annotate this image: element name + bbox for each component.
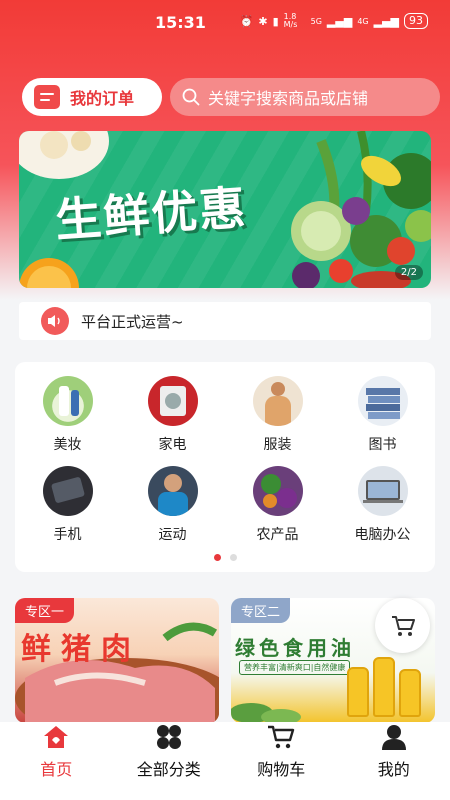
tab-cart[interactable]: 购物车	[225, 722, 338, 800]
battery-indicator: 93	[404, 13, 428, 29]
category-books[interactable]: 图书	[330, 376, 435, 454]
zone-one-tag: 专区一	[15, 598, 75, 623]
tab-label: 全部分类	[136, 760, 201, 779]
category-label: 图书	[368, 437, 397, 453]
zone-two-title: 绿色食用油	[235, 636, 355, 660]
tab-profile[interactable]: 我的	[338, 722, 450, 800]
books-image	[357, 376, 408, 426]
status-bar: 15:31 ⏰ ✱ ▮ 1.8 M/s 5G ▂▄▆ 4G ▂▄▆ 93	[0, 0, 450, 44]
zone-two-subtitle: 营养丰富|清新爽口|自然健康	[239, 660, 351, 675]
my-orders-label: 我的订单	[70, 89, 135, 108]
my-orders-button[interactable]: 我的订单	[22, 78, 162, 116]
category-sports[interactable]: 运动	[120, 466, 225, 544]
oil-bottles-image	[347, 657, 421, 717]
network-type-2: 4G	[357, 16, 369, 26]
zone-two-tag: 专区二	[231, 598, 291, 623]
category-grid: 美妆 家电 服装 图书 手机 运动 农产品 电脑办公	[15, 376, 435, 544]
category-panel: 美妆 家电 服装 图书 手机 运动 农产品 电脑办公	[15, 362, 435, 572]
tab-label: 我的	[377, 760, 410, 779]
category-label: 手机	[53, 527, 82, 543]
clothing-image	[252, 376, 303, 426]
computer-image	[357, 466, 408, 516]
speaker-icon	[41, 307, 69, 335]
announcement-text: 平台正式运营~	[81, 312, 184, 331]
category-label: 家电	[158, 437, 187, 453]
category-label: 运动	[158, 527, 187, 543]
category-label: 电脑办公	[354, 527, 411, 543]
category-label: 服装	[263, 437, 292, 453]
tab-categories[interactable]: 全部分类	[113, 722, 226, 800]
vibrate-icon: ▮	[272, 14, 279, 28]
status-time: 15:31	[155, 13, 206, 32]
grid-icon	[156, 725, 181, 749]
signal-icon: ▂▄▆	[326, 14, 353, 28]
search-input[interactable]: 关键字搜索商品或店铺	[170, 78, 440, 116]
signal-icon-2: ▂▄▆	[373, 14, 399, 28]
bluetooth-icon: ✱	[258, 14, 268, 28]
category-label: 美妆	[53, 437, 82, 453]
bottom-tab-bar: 首页 全部分类 购物车 我的	[0, 722, 450, 800]
alarm-icon: ⏰	[239, 14, 254, 28]
floating-cart-button[interactable]	[375, 598, 430, 653]
zone-one-card[interactable]: 专区一 鲜猪肉	[15, 598, 219, 723]
tab-label: 首页	[40, 760, 73, 779]
cart-icon	[268, 725, 295, 749]
category-clothing[interactable]: 服装	[225, 376, 330, 454]
category-pager	[15, 554, 435, 561]
phone-image	[42, 466, 93, 516]
tab-label: 购物车	[257, 760, 306, 779]
banner-title: 生鲜优惠	[53, 180, 249, 248]
pager-dot-active[interactable]	[213, 554, 221, 561]
network-speed: 1.8 M/s	[283, 12, 298, 29]
home-icon	[44, 726, 69, 748]
announcement-bar[interactable]: 平台正式运营~	[19, 302, 431, 340]
status-icons: ⏰ ✱ ▮ 1.8 M/s 5G ▂▄▆ 4G ▂▄▆ 93	[240, 13, 428, 29]
cart-icon	[391, 615, 415, 636]
sports-image	[147, 466, 198, 516]
pager-dot[interactable]	[229, 554, 237, 561]
order-icon	[34, 85, 60, 109]
orange-slice-image	[19, 258, 79, 288]
category-appliances[interactable]: 家电	[120, 376, 225, 454]
leaves-image	[231, 703, 301, 723]
cosmetics-image	[42, 376, 93, 426]
produce-image	[252, 466, 303, 516]
category-label: 农产品	[256, 527, 299, 543]
fruit-plate-image	[19, 131, 109, 179]
category-cosmetics[interactable]: 美妆	[15, 376, 120, 454]
tab-home[interactable]: 首页	[0, 722, 113, 800]
banner-page-indicator: 2/2	[394, 265, 423, 280]
search-placeholder: 关键字搜索商品或店铺	[208, 89, 369, 108]
category-phones[interactable]: 手机	[15, 466, 120, 544]
search-icon	[182, 88, 200, 106]
category-computers[interactable]: 电脑办公	[330, 466, 435, 544]
promo-banner[interactable]: 生鲜优惠 2/2	[19, 131, 431, 288]
category-produce[interactable]: 农产品	[225, 466, 330, 544]
appliance-image	[147, 376, 198, 426]
network-type: 5G	[310, 16, 322, 26]
user-icon	[381, 725, 406, 750]
zone-one-title: 鲜猪肉	[21, 632, 141, 667]
